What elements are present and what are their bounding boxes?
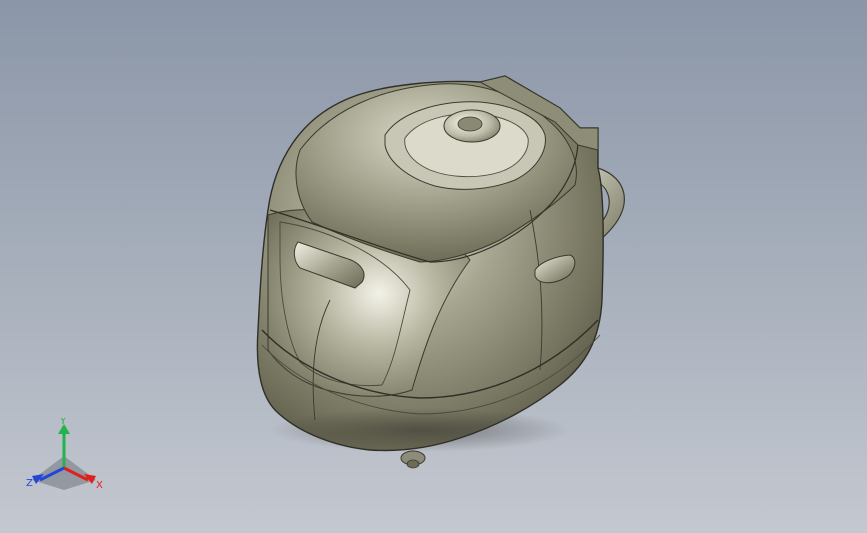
cooker-foot-tip (406, 459, 420, 469)
rice-cooker-model[interactable] (0, 0, 867, 533)
x-axis-label: X (96, 480, 103, 491)
steam-vent-hole (457, 116, 483, 132)
base-shadow (270, 408, 570, 452)
graphics-viewport[interactable]: Y X Z (0, 0, 867, 533)
z-axis-label: Z (26, 478, 33, 489)
y-axis-label: Y (59, 418, 67, 427)
axis-triad: Y X Z (26, 418, 103, 491)
